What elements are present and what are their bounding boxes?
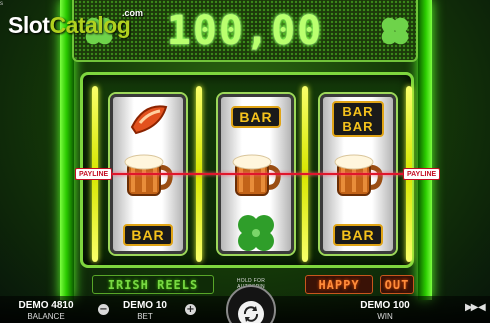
double-bar-symbol: BAR BAR bbox=[323, 97, 393, 145]
increase-bet-button[interactable]: + bbox=[185, 304, 196, 315]
bar-symbol: BAR bbox=[221, 97, 291, 143]
cherry-icon bbox=[130, 105, 168, 135]
clover-symbol bbox=[221, 207, 291, 251]
cherry-symbol bbox=[113, 97, 183, 143]
decrease-bet-button[interactable]: − bbox=[98, 304, 109, 315]
beer-mug-symbol bbox=[323, 149, 393, 201]
beer-mug-symbol bbox=[221, 149, 291, 201]
four-leaf-clover-icon bbox=[238, 215, 274, 251]
spin-arrows-icon bbox=[238, 301, 264, 323]
win-label: WIN bbox=[377, 312, 393, 321]
irish-reels-sign: IRISH REELS bbox=[92, 275, 214, 294]
watermark-logo: SlotCatalog bbox=[8, 12, 131, 38]
bet-display: DEMO 10 BET bbox=[112, 300, 178, 322]
bet-value: DEMO 10 bbox=[123, 300, 167, 311]
balance-display: DEMO 4810 BALANCE bbox=[12, 300, 80, 322]
double-bar-label: BAR BAR bbox=[332, 101, 384, 137]
balance-label: BALANCE bbox=[27, 312, 65, 321]
win-amount-display: 100,00 bbox=[166, 8, 324, 54]
beer-mug-icon bbox=[334, 154, 383, 196]
payline-tag-right: PAYLINE bbox=[403, 168, 441, 180]
bar-symbol: BAR bbox=[323, 209, 393, 251]
clover-icon bbox=[381, 17, 409, 45]
payline-tag-left: PAYLINE bbox=[75, 168, 113, 180]
bar-symbol: BAR bbox=[113, 209, 183, 251]
fast-forward-icon[interactable]: ▶▶ bbox=[465, 302, 478, 313]
watermark-logo-suffix: .com bbox=[122, 8, 144, 18]
cabinet-side-light-right bbox=[418, 0, 432, 300]
happy-sign: HAPPY bbox=[305, 275, 373, 294]
beer-mug-icon bbox=[124, 154, 173, 196]
beer-mug-symbol bbox=[113, 149, 183, 201]
balance-value: DEMO 4810 bbox=[18, 300, 74, 311]
bar-label: BAR bbox=[123, 224, 173, 246]
bet-label: BET bbox=[137, 312, 153, 321]
bar-label: BAR bbox=[333, 224, 383, 246]
beer-mug-icon bbox=[232, 154, 281, 196]
sound-icon[interactable]: ◀ bbox=[478, 302, 486, 313]
win-display: DEMO 100 WIN bbox=[350, 300, 420, 322]
payline bbox=[86, 173, 406, 175]
out-sign: OUT bbox=[380, 275, 414, 294]
win-value: DEMO 100 bbox=[360, 300, 410, 311]
bar-label: BAR bbox=[231, 106, 281, 128]
corner-mark: s bbox=[0, 1, 3, 7]
